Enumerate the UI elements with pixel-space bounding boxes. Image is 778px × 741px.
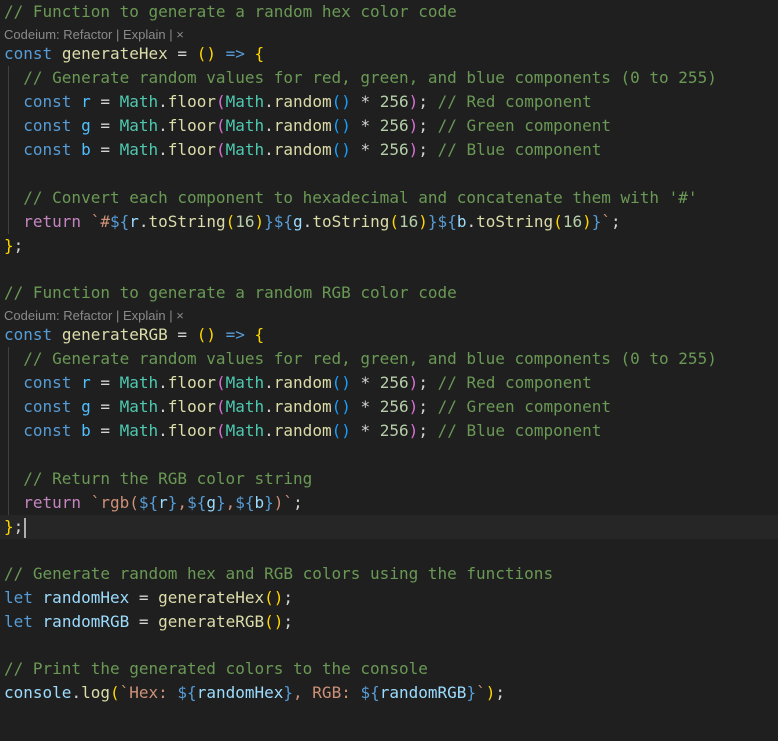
code-line-25: let randomRGB = generateRGB(); [4, 612, 294, 631]
code-line-19: // Return the RGB color string [23, 469, 313, 488]
code-line-23: // Generate random hex and RGB colors us… [4, 564, 554, 583]
codelens-prefix: Codeium: [4, 27, 64, 42]
codelens-separator: | [165, 308, 177, 323]
code-line-14: // Generate random values for red, green… [23, 349, 717, 368]
code-line-5: const g = Math.floor(Math.random() * 256… [23, 116, 611, 135]
code-line-17: const b = Math.floor(Math.random() * 256… [23, 421, 602, 440]
text-cursor [24, 517, 27, 538]
code-line-27: // Print the generated colors to the con… [4, 659, 428, 678]
code-line-13: const generateRGB = () => { [4, 325, 265, 344]
code-line-9: return `#${r.toString(16)}${g.toString(1… [23, 212, 621, 231]
code-line-1: // Function to generate a random hex col… [4, 2, 457, 21]
code-line-21: }; [4, 515, 27, 539]
code-line-3: // Generate random values for red, green… [23, 68, 717, 87]
codelens-prefix: Codeium: [4, 308, 64, 323]
close-icon[interactable]: × [176, 308, 184, 323]
code-line-4: const r = Math.floor(Math.random() * 256… [23, 92, 592, 111]
code-line-16: const g = Math.floor(Math.random() * 256… [23, 397, 611, 416]
explain-link[interactable]: Explain [123, 27, 166, 42]
code-line-28: console.log(`Hex: ${randomHex}, RGB: ${r… [4, 683, 505, 702]
refactor-link[interactable]: Refactor [63, 27, 112, 42]
codelens-separator: | [112, 27, 123, 42]
refactor-link[interactable]: Refactor [63, 308, 112, 323]
close-icon[interactable]: × [176, 27, 184, 42]
code-line-8: // Convert each component to hexadecimal… [23, 188, 698, 207]
codelens-separator: | [165, 27, 177, 42]
code-editor[interactable]: // Function to generate a random hex col… [0, 0, 778, 741]
code-line-10: }; [4, 236, 24, 255]
codelens-separator: | [112, 308, 123, 323]
code-line-20: return `rgb(${r},${g},${b})`; [23, 493, 303, 512]
code-line-6: const b = Math.floor(Math.random() * 256… [23, 140, 602, 159]
code-line-2: const generateHex = () => { [4, 44, 265, 63]
current-line-highlight [0, 515, 778, 539]
code-line-12: // Function to generate a random RGB col… [4, 283, 457, 302]
code-line-24: let randomHex = generateHex(); [4, 588, 294, 607]
code-line-15: const r = Math.floor(Math.random() * 256… [23, 373, 592, 392]
explain-link[interactable]: Explain [123, 308, 166, 323]
